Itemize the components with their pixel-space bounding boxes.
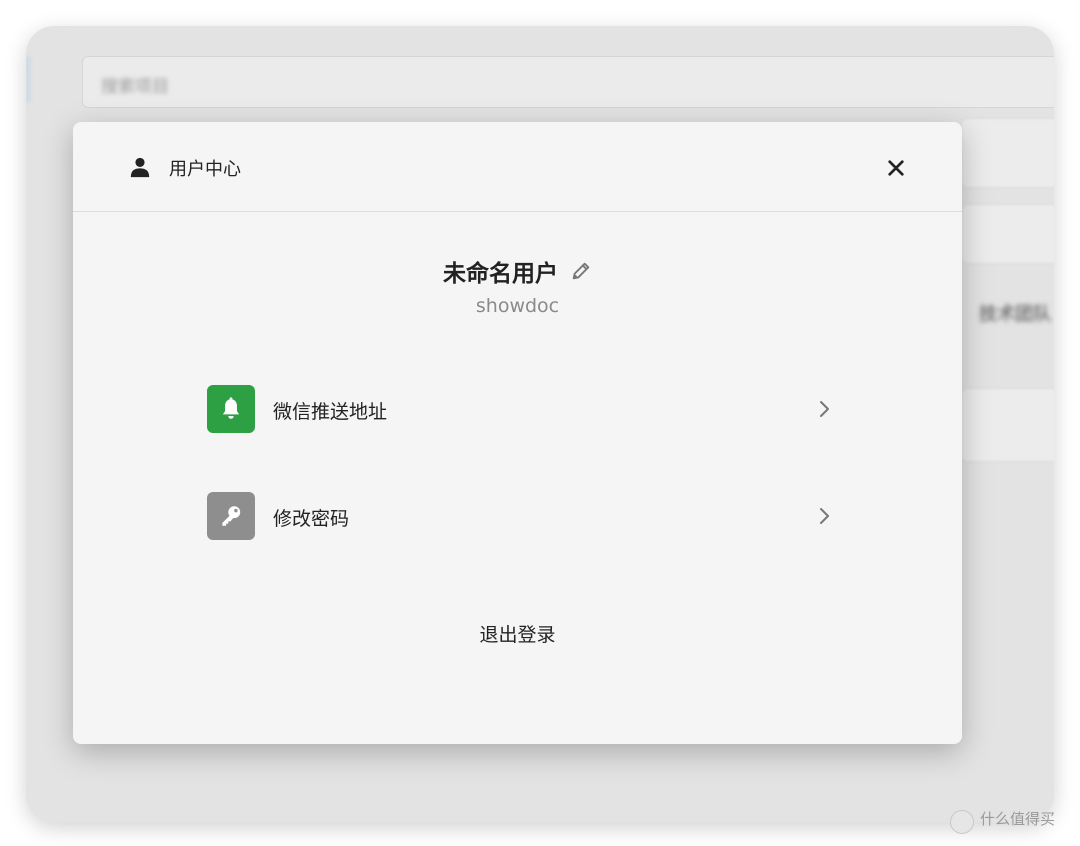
background-side-text: 技术团队 — [979, 304, 1051, 325]
bell-icon-box — [207, 385, 255, 433]
menu-item-change-password[interactable]: 修改密码 — [207, 492, 831, 540]
close-icon[interactable] — [887, 159, 905, 177]
watermark-text: 什么值得买 — [980, 810, 1056, 828]
background-accent-bar — [26, 56, 30, 102]
pencil-icon[interactable] — [570, 260, 592, 282]
chevron-right-icon — [820, 508, 829, 524]
account-name: showdoc — [475, 295, 560, 317]
menu-item-label: 修改密码 — [273, 508, 350, 530]
background-search-placeholder: 搜索项目 — [101, 77, 169, 97]
menu-item-label: 微信推送地址 — [273, 401, 388, 423]
close-button[interactable] — [883, 155, 909, 181]
username-row: 未命名用户 — [73, 254, 962, 288]
user-icon — [130, 157, 150, 178]
username: 未命名用户 — [443, 261, 558, 287]
key-icon-box — [207, 492, 255, 540]
menu-item-wechat-push[interactable]: 微信推送地址 — [207, 385, 831, 433]
watermark-logo — [950, 810, 974, 834]
user-center-dialog: 用户中心 未命名用户 showdoc 微信推送地址 修改密码 退出登录 — [73, 122, 962, 744]
chevron-right-icon — [820, 401, 829, 417]
background-search-input: 搜索项目 — [82, 56, 1054, 108]
dialog-header: 用户中心 — [73, 122, 962, 212]
logout-row: 退出登录 — [73, 620, 962, 647]
dialog-body: 未命名用户 showdoc 微信推送地址 修改密码 退出登录 — [73, 212, 962, 744]
logout-button[interactable]: 退出登录 — [479, 624, 555, 646]
bell-icon — [222, 397, 240, 419]
dialog-title: 用户中心 — [169, 159, 241, 180]
background-card — [961, 204, 1054, 264]
background-card — [961, 388, 1054, 462]
background-card — [961, 118, 1054, 188]
key-icon — [222, 506, 241, 526]
